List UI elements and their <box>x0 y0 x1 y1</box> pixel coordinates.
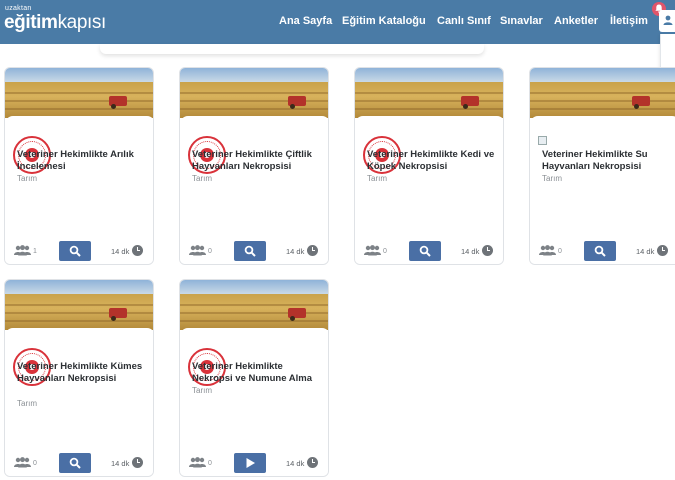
search-icon <box>69 457 81 469</box>
view-course-button[interactable] <box>59 453 91 473</box>
course-card[interactable]: Veteriner Hekimlikte Kümes Hayvanları Ne… <box>4 279 154 477</box>
nav-item-iletisim[interactable]: İletişim <box>610 15 648 27</box>
search-icon <box>244 245 256 257</box>
course-category: Tarım <box>17 174 37 183</box>
play-icon <box>246 458 255 468</box>
logo-small-text: uzaktan <box>5 5 32 12</box>
nav-item-canli-sinif[interactable]: Canlı Sınıf <box>437 15 491 27</box>
course-title[interactable]: Veteriner Hekimlikte Çiftlik Hayvanları … <box>192 149 320 173</box>
clock-icon <box>482 245 493 256</box>
course-card-footer: 0 14 dk <box>5 453 153 473</box>
course-title[interactable]: Veteriner Hekimlikte Arılık İncelemesi <box>17 149 145 173</box>
course-thumbnail <box>5 280 153 330</box>
main-nav: Ana Sayfa Eğitim Kataloğu Canlı Sınıf Sı… <box>0 15 675 29</box>
course-category: Tarım <box>192 386 212 395</box>
course-card-footer: 1 14 dk <box>5 241 153 261</box>
users-icon <box>14 245 31 256</box>
participant-count: 0 <box>208 460 212 467</box>
participant-count: 0 <box>208 248 212 255</box>
course-title[interactable]: Veteriner Hekimlikte Su Hayvanları Nekro… <box>542 149 670 173</box>
clock-icon <box>307 245 318 256</box>
course-duration: 14 dk <box>111 459 130 468</box>
course-duration: 14 dk <box>286 459 305 468</box>
search-bar-container <box>100 44 484 54</box>
course-category: Tarım <box>17 399 37 408</box>
course-thumbnail <box>530 68 675 118</box>
users-icon <box>189 245 206 256</box>
course-category: Tarım <box>367 174 387 183</box>
participant-count: 0 <box>383 248 387 255</box>
course-title[interactable]: Veteriner Hekimlikte Kedi ve Köpek Nekro… <box>367 149 495 173</box>
course-card-footer: 0 14 dk <box>180 241 328 261</box>
users-icon <box>539 245 556 256</box>
course-thumbnail <box>355 68 503 118</box>
users-icon <box>14 457 31 468</box>
course-card[interactable]: Veteriner Hekimlikte Çiftlik Hayvanları … <box>179 67 329 265</box>
search-icon <box>419 245 431 257</box>
course-card-footer: 0 14 dk <box>180 453 328 473</box>
participant-count: 1 <box>33 248 37 255</box>
course-category: Tarım <box>542 174 562 183</box>
participant-count: 0 <box>33 460 37 467</box>
course-card[interactable]: Veteriner Hekimlikte Arılık İncelemesi T… <box>4 67 154 265</box>
course-card[interactable]: Veteriner Hekimlikte Su Hayvanları Nekro… <box>529 67 675 265</box>
top-navbar: uzaktan eğitimkapısı Ana Sayfa Eğitim Ka… <box>0 0 675 44</box>
course-title[interactable]: Veteriner Hekimlikte Nekropsi ve Numune … <box>192 361 320 385</box>
clock-icon <box>132 245 143 256</box>
nav-item-sinavlar[interactable]: Sınavlar <box>500 15 543 27</box>
course-thumbnail <box>180 280 328 330</box>
clock-icon <box>132 457 143 468</box>
play-course-button[interactable] <box>234 453 266 473</box>
course-duration: 14 dk <box>636 247 655 256</box>
course-duration: 14 dk <box>461 247 480 256</box>
course-card-footer: 0 14 dk <box>355 241 503 261</box>
nav-item-ana-sayfa[interactable]: Ana Sayfa <box>279 15 332 27</box>
user-menu-button[interactable] <box>659 10 675 32</box>
users-icon <box>364 245 381 256</box>
view-course-button[interactable] <box>584 241 616 261</box>
user-icon <box>663 15 673 25</box>
course-card[interactable]: Veteriner Hekimlikte Kedi ve Köpek Nekro… <box>354 67 504 265</box>
participant-count: 0 <box>558 248 562 255</box>
course-title[interactable]: Veteriner Hekimlikte Kümes Hayvanları Ne… <box>17 361 145 385</box>
course-category: Tarım <box>192 174 212 183</box>
course-duration: 14 dk <box>286 247 305 256</box>
course-card[interactable]: Veteriner Hekimlikte Nekropsi ve Numune … <box>179 279 329 477</box>
view-course-button[interactable] <box>409 241 441 261</box>
clock-icon <box>307 457 318 468</box>
nav-item-anketler[interactable]: Anketler <box>554 15 598 27</box>
course-thumbnail <box>180 68 328 118</box>
users-icon <box>189 457 206 468</box>
course-thumbnail <box>5 68 153 118</box>
course-duration: 14 dk <box>111 247 130 256</box>
course-card-footer: 0 14 dk <box>530 241 675 261</box>
view-course-button[interactable] <box>59 241 91 261</box>
clock-icon <box>657 245 668 256</box>
broken-image-icon <box>538 136 547 145</box>
search-icon <box>594 245 606 257</box>
view-course-button[interactable] <box>234 241 266 261</box>
nav-item-egitim-katalogu[interactable]: Eğitim Kataloğu <box>342 15 426 27</box>
search-icon <box>69 245 81 257</box>
